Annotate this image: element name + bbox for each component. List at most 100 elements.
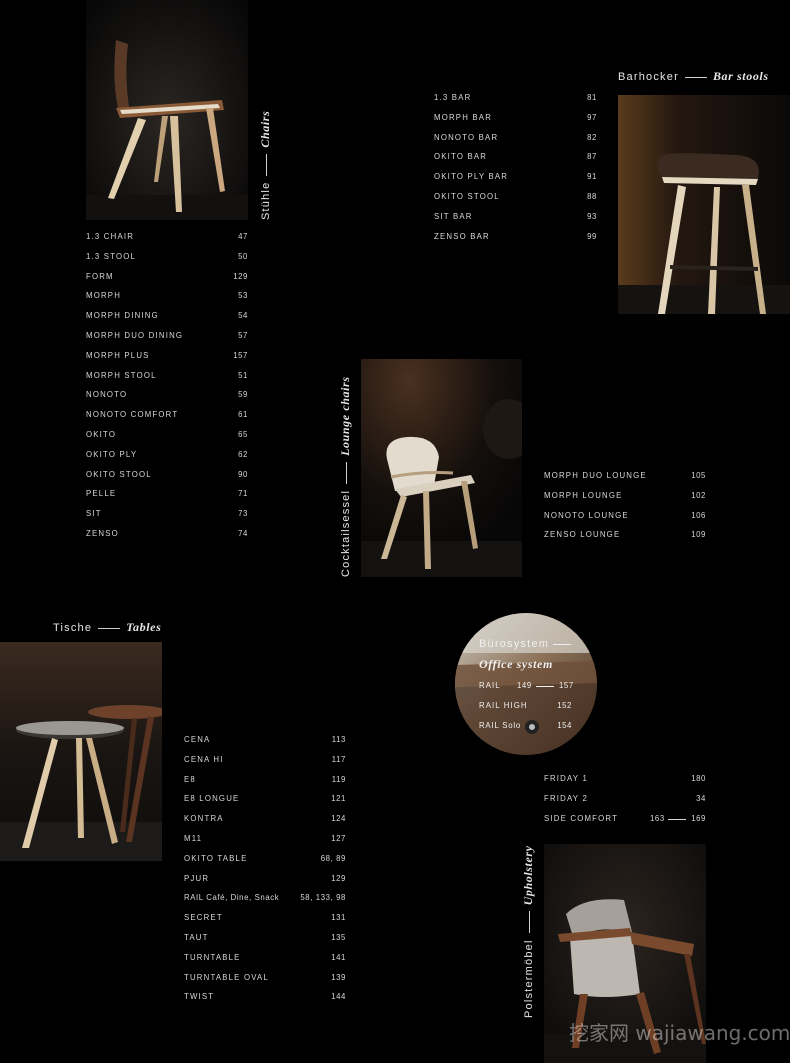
list-item[interactable]: MORPH BAR 97 [434, 108, 597, 128]
list-item[interactable]: PELLE 71 [86, 484, 248, 504]
item-page: 144 [331, 992, 346, 1002]
list-item[interactable]: MORPH PLUS 157 [86, 346, 248, 366]
item-name: CENA [184, 735, 211, 744]
list-item[interactable]: NONOTO LOUNGE 106 [544, 506, 706, 526]
heading-dash [684, 76, 707, 78]
item-page: 93 [587, 211, 597, 221]
item-page: 129 [233, 271, 248, 281]
item-name: OKITO TABLE [184, 853, 248, 863]
list-item[interactable]: ZENSO 74 [86, 524, 248, 544]
office-item-rail-high[interactable]: RAIL HIGH 152 [479, 701, 572, 710]
item-page: 61 [238, 410, 248, 420]
list-item[interactable]: MORPH 53 [86, 286, 248, 306]
item-page: 54 [238, 311, 248, 321]
item-name: SIDE COMFORT [544, 813, 619, 823]
upholstery-heading-en: Upholstery [521, 845, 535, 906]
item-page: 65 [238, 429, 248, 439]
item-name: SIT [86, 509, 102, 519]
item-page: 62 [238, 449, 248, 459]
chairs-heading: Stühle Chairs [258, 111, 273, 220]
list-item[interactable]: E8 LONGUE 121 [184, 789, 346, 809]
list-item[interactable]: 1.3 CHAIR 47 [86, 227, 248, 247]
item-name: FRIDAY 2 [544, 793, 588, 803]
office-item-rail[interactable]: RAIL [479, 681, 501, 690]
list-item[interactable]: NONOTO 59 [86, 385, 248, 405]
list-item[interactable]: SIT 73 [86, 504, 248, 524]
item-name: RAIL Solo [479, 721, 522, 730]
list-item[interactable]: NONOTO BAR 82 [434, 128, 597, 148]
item-page: 119 [331, 774, 346, 784]
list-item[interactable]: KONTRA 124 [184, 809, 346, 829]
list-item[interactable]: MORPH LOUNGE 102 [544, 486, 706, 506]
item-name: MORPH DUO DINING [86, 330, 184, 340]
list-item[interactable]: SIDE COMFORT 163 169 [544, 809, 706, 829]
list-item[interactable]: ZENSO LOUNGE 109 [544, 525, 706, 545]
lounge-heading-de: Cocktailsessel [340, 489, 352, 577]
item-page-from: 149 [517, 681, 532, 690]
bar-stools-heading: Barhocker Bar stools [618, 69, 769, 84]
item-page: 87 [587, 152, 597, 162]
item-name: NONOTO LOUNGE [544, 510, 629, 520]
list-item[interactable]: 1.3 BAR 81 [434, 88, 597, 108]
list-item[interactable]: M11 127 [184, 829, 346, 849]
list-item[interactable]: SIT BAR 93 [434, 207, 597, 227]
item-page: 68, 89 [320, 853, 346, 863]
item-page: 74 [238, 528, 248, 538]
list-item[interactable]: PJUR 129 [184, 869, 346, 889]
list-item[interactable]: FRIDAY 2 34 [544, 789, 706, 809]
list-item[interactable]: TAUT 135 [184, 928, 346, 948]
list-item[interactable]: CENA HI 117 [184, 750, 346, 770]
list-item[interactable]: MORPH STOOL 51 [86, 366, 248, 386]
list-item[interactable]: CENA 113 [184, 730, 346, 750]
list-item[interactable]: SECRET 131 [184, 908, 346, 928]
list-item[interactable]: OKITO TABLE 68, 89 [184, 849, 346, 869]
list-item[interactable]: TWIST 144 [184, 987, 346, 1007]
item-name: ZENSO [86, 528, 119, 538]
item-page: 91 [587, 172, 597, 182]
upholstery-heading-de: Polstermöbel [523, 939, 535, 1018]
item-name: SIT BAR [434, 211, 473, 221]
list-item[interactable]: OKITO PLY 62 [86, 445, 248, 465]
list-item[interactable]: OKITO 65 [86, 425, 248, 445]
item-page: 180 [691, 774, 706, 783]
item-page: 81 [587, 93, 597, 102]
lounge-list: MORPH DUO LOUNGE 105 MORPH LOUNGE 102 NONO… [544, 466, 706, 545]
item-page: 47 [238, 232, 248, 241]
list-item[interactable]: MORPH DINING 54 [86, 306, 248, 326]
item-name: MORPH PLUS [86, 350, 150, 360]
list-item[interactable]: MORPH DUO DINING 57 [86, 326, 248, 346]
list-item[interactable]: TURNTABLE 141 [184, 948, 346, 968]
list-item[interactable]: MORPH DUO LOUNGE 105 [544, 466, 706, 486]
item-page: 82 [587, 132, 597, 142]
item-name: TWIST [184, 992, 215, 1002]
item-name: TURNTABLE OVAL [184, 972, 269, 982]
item-page: 131 [331, 913, 346, 923]
list-item[interactable]: OKITO BAR 87 [434, 147, 597, 167]
list-item[interactable]: TURNTABLE OVAL 139 [184, 968, 346, 988]
list-item[interactable]: RAIL Café, Dine, Snack 58, 133, 98 [184, 888, 346, 908]
item-name: RAIL HIGH [479, 701, 528, 710]
list-item[interactable]: ZENSO BAR 99 [434, 227, 597, 247]
list-item[interactable]: FRIDAY 1 180 [544, 769, 706, 789]
lounge-heading: Cocktailsessel Lounge chairs [338, 376, 353, 577]
item-page: 139 [331, 972, 346, 982]
chair-photo [86, 0, 248, 220]
list-item[interactable]: OKITO PLY BAR 91 [434, 167, 597, 187]
item-page-to: 157 [559, 681, 574, 690]
list-item[interactable]: 1.3 STOOL 50 [86, 247, 248, 267]
item-name: MORPH STOOL [86, 370, 157, 380]
list-item[interactable]: OKITO STOOL 90 [86, 465, 248, 485]
list-item[interactable]: OKITO STOOL 88 [434, 187, 597, 207]
item-name: OKITO PLY BAR [434, 172, 509, 182]
item-name: KONTRA [184, 814, 224, 824]
list-item[interactable]: E8 119 [184, 770, 346, 790]
bar-stools-heading-de: Barhocker [618, 71, 679, 83]
list-item[interactable]: NONOTO COMFORT 61 [86, 405, 248, 425]
item-name: 1.3 CHAIR [86, 232, 135, 241]
item-page: 97 [587, 112, 597, 122]
list-item[interactable]: FORM 129 [86, 267, 248, 287]
office-item-rail-solo[interactable]: RAIL Solo 154 [479, 721, 572, 730]
item-name: OKITO PLY [86, 449, 138, 459]
item-name: MORPH DUO LOUNGE [544, 471, 647, 480]
tables-heading-de: Tische [53, 622, 93, 634]
